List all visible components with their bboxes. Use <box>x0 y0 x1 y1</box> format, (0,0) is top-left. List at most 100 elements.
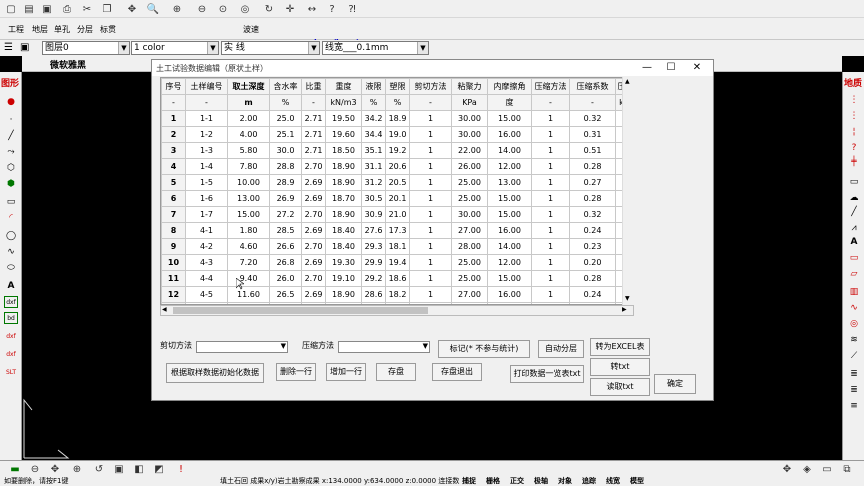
layers-icon[interactable]: ≣ <box>847 368 861 380</box>
table-cell[interactable]: 2.69 <box>301 254 326 271</box>
table-cell[interactable]: 26.9 <box>269 190 302 207</box>
zoom-icon[interactable]: ◈ <box>800 463 814 475</box>
table-cell[interactable]: 1 <box>531 286 570 303</box>
print-list-button[interactable]: 打印数据一览表txt <box>510 365 584 383</box>
marker-icon[interactable]: ⋮ <box>847 94 861 106</box>
layer-select[interactable]: 图层0 ▼ <box>42 41 130 55</box>
column-header[interactable]: 比重 <box>301 78 326 95</box>
cut-icon[interactable]: ✂ <box>80 2 94 16</box>
distance-icon[interactable]: ↔ <box>305 2 319 16</box>
table-cell[interactable]: 35.1 <box>361 142 386 159</box>
table-cell[interactable]: 1 <box>531 110 570 127</box>
zigzag-icon[interactable]: ⩘ <box>847 222 861 234</box>
extents-icon[interactable]: ▭ <box>820 463 834 475</box>
column-header[interactable]: 含水率 <box>269 78 302 95</box>
circle-icon[interactable]: ◯ <box>4 230 18 242</box>
dxf-export-icon[interactable]: dxf <box>4 330 18 342</box>
rectangle-icon[interactable]: ▭ <box>4 196 18 208</box>
ellipse-icon[interactable]: ⬭ <box>4 262 18 274</box>
table-cell[interactable]: 28.00 <box>451 238 488 255</box>
ok-button[interactable]: 确定 <box>654 374 696 394</box>
table-cell[interactable]: 25.00 <box>451 190 488 207</box>
point-icon[interactable]: ● <box>4 96 18 108</box>
table-cell[interactable]: 26.00 <box>451 158 488 175</box>
column-header[interactable]: 粘聚力 <box>451 78 488 95</box>
table-cell[interactable]: 4-2 <box>185 238 228 255</box>
mode-snap[interactable]: 捕捉 <box>462 476 476 486</box>
mode-track[interactable]: 追踪 <box>582 476 596 486</box>
pan-icon[interactable]: ✥ <box>125 2 139 16</box>
row-number-cell[interactable]: 8 <box>161 222 186 239</box>
lineweight-select[interactable]: 线宽___0.1mm ▼ <box>322 41 429 55</box>
table-cell[interactable]: 1 <box>531 206 570 223</box>
vertical-scrollbar[interactable]: ▲ ▼ <box>622 77 634 305</box>
table-cell[interactable]: 1-6 <box>185 190 228 207</box>
table-cell[interactable]: 27.00 <box>451 286 488 303</box>
trim-icon[interactable]: ◩ <box>152 463 166 475</box>
table-cell[interactable]: 1 <box>409 126 452 143</box>
mode-polar[interactable]: 极轴 <box>534 476 548 486</box>
move-icon[interactable]: ✛ <box>283 2 297 16</box>
table-cell[interactable]: 1 <box>531 222 570 239</box>
table-cell[interactable]: 4-4 <box>185 270 228 287</box>
table-cell[interactable]: 1 <box>531 238 570 255</box>
table-cell[interactable]: 1 <box>409 174 452 191</box>
table-cell[interactable]: 1 <box>531 126 570 143</box>
table-cell[interactable]: 18.90 <box>325 206 362 223</box>
text-icon[interactable]: A <box>847 236 861 248</box>
table-cell[interactable]: 2.70 <box>301 158 326 175</box>
dxf-icon[interactable]: dxf <box>4 296 18 308</box>
scroll-up-icon[interactable]: ▲ <box>625 78 630 85</box>
table-cell[interactable]: 0.24 <box>569 222 616 239</box>
zoom-previous-icon[interactable]: ⊖ <box>195 2 209 16</box>
table-cell[interactable]: 16.00 <box>487 286 532 303</box>
delete-row-button[interactable]: 删除一行 <box>276 363 316 381</box>
move-icon[interactable]: ✥ <box>48 463 62 475</box>
table-cell[interactable]: 1-2 <box>185 126 228 143</box>
table-cell[interactable]: 0.32 <box>569 110 616 127</box>
whats-this-icon[interactable]: ⁈ <box>345 2 359 16</box>
row-number-cell[interactable]: 5 <box>161 174 186 191</box>
table-cell[interactable]: 4.60 <box>227 238 270 255</box>
fill-icon[interactable]: ⬢ <box>4 178 18 190</box>
table-cell[interactable]: 2.69 <box>301 286 326 303</box>
table-cell[interactable]: 1-5 <box>185 174 228 191</box>
table-cell[interactable]: 20.5 <box>385 174 410 191</box>
table-cell[interactable]: 20.1 <box>385 190 410 207</box>
stack-icon[interactable]: ≡ <box>847 400 861 412</box>
table-cell[interactable]: 15.00 <box>487 206 532 223</box>
row-number-cell[interactable]: 11 <box>161 270 186 287</box>
table-cell[interactable]: 2.71 <box>301 110 326 127</box>
table-cell[interactable]: 1-1 <box>185 110 228 127</box>
table-cell[interactable]: 19.0 <box>385 126 410 143</box>
table-cell[interactable]: 15.00 <box>227 206 270 223</box>
table-cell[interactable]: 1 <box>409 238 452 255</box>
table-cell[interactable]: 0.23 <box>569 238 616 255</box>
menu-layering[interactable]: 分层 <box>77 24 93 35</box>
copy-icon[interactable]: ❐ <box>100 2 114 16</box>
row-number-cell[interactable]: 3 <box>161 142 186 159</box>
column-header[interactable]: 压缩系数 <box>569 78 616 95</box>
hatch-icon[interactable]: ▭ <box>847 252 861 264</box>
table-cell[interactable]: 31.2 <box>361 174 386 191</box>
table-cell[interactable]: 34.4 <box>361 126 386 143</box>
polyline-icon[interactable]: ⤳ <box>4 146 18 158</box>
table-cell[interactable]: 26.0 <box>269 270 302 287</box>
table-cell[interactable]: 19.10 <box>325 270 362 287</box>
green-layers-icon[interactable]: ≣ <box>847 384 861 396</box>
table-cell[interactable]: 25.00 <box>451 270 488 287</box>
column-header[interactable]: 液限 <box>361 78 386 95</box>
table-cell[interactable]: 14.00 <box>487 238 532 255</box>
row-number-cell[interactable]: 2 <box>161 126 186 143</box>
table-cell[interactable]: 34.2 <box>361 110 386 127</box>
mode-ortho[interactable]: 正交 <box>510 476 524 486</box>
wave-icon[interactable]: ∿ <box>847 302 861 314</box>
table-cell[interactable]: 0.28 <box>569 158 616 175</box>
zoom-window-icon[interactable]: ⊕ <box>170 2 184 16</box>
level-mark-icon[interactable]: ╪ <box>847 156 861 168</box>
spline-icon[interactable]: ∿ <box>4 246 18 258</box>
minimize-icon[interactable]: — <box>636 61 658 75</box>
table-cell[interactable]: 18.90 <box>325 174 362 191</box>
menu-spt[interactable]: 标贯 <box>100 24 116 35</box>
init-from-sample-button[interactable]: 根据取样数据初始化数据 <box>166 363 264 383</box>
